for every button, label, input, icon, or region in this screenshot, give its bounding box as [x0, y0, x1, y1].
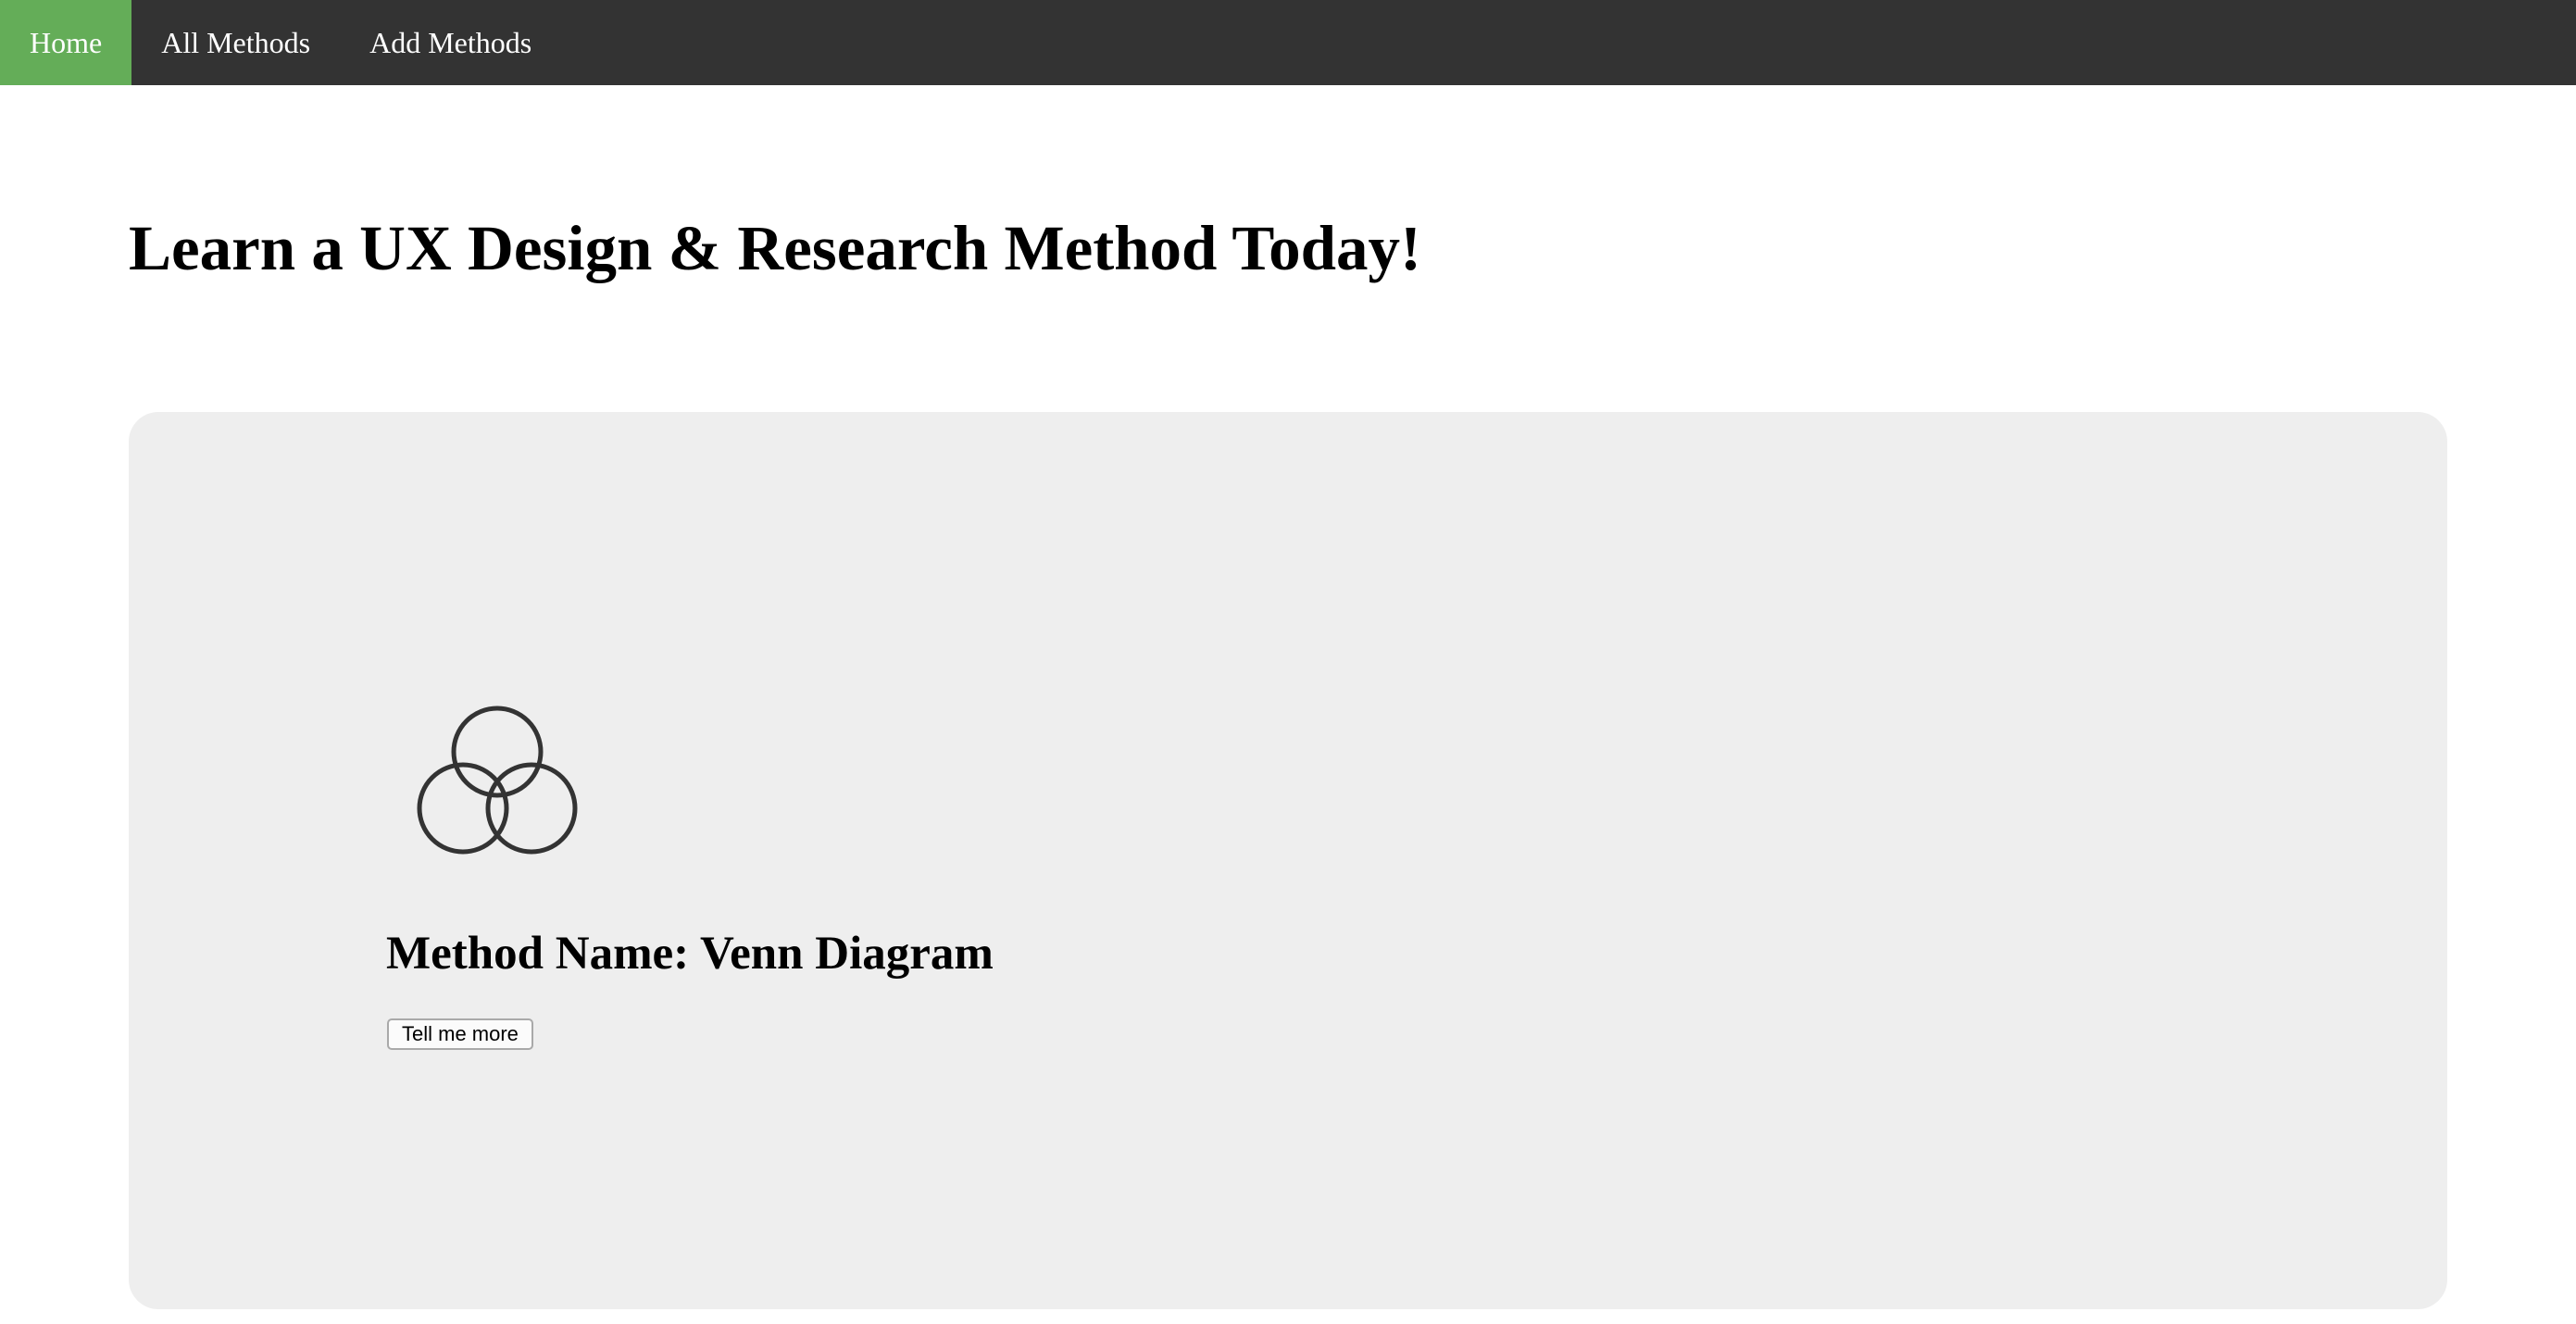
nav-item-add-methods[interactable]: Add Methods: [340, 0, 561, 85]
page-title: Learn a UX Design & Research Method Toda…: [129, 213, 1421, 283]
nav-item-all-methods[interactable]: All Methods: [131, 0, 340, 85]
top-navbar: Home All Methods Add Methods: [0, 0, 2576, 85]
method-name-heading: Method Name: Venn Diagram: [386, 928, 994, 980]
nav-item-home[interactable]: Home: [0, 0, 132, 85]
method-card: [129, 412, 2447, 1309]
tell-me-more-button[interactable]: Tell me more: [387, 1018, 533, 1050]
venn-diagram-icon: [417, 706, 578, 855]
